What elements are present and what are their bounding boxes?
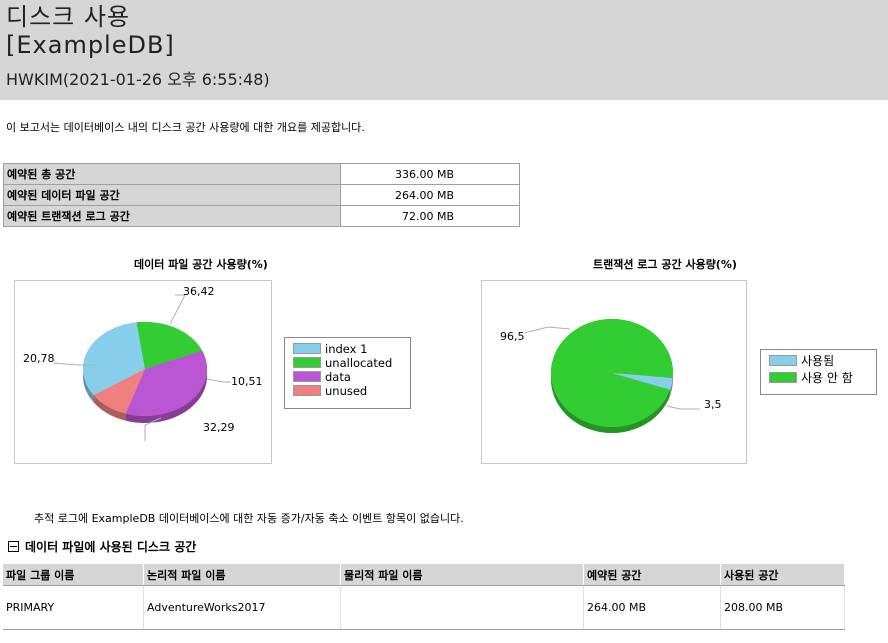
files-header-row: 파일 그룹 이름 논리적 파일 이름 물리적 파일 이름 예약된 공간 사용된 … — [3, 564, 845, 586]
summary-table: 예약된 총 공간 336.00 MB 예약된 데이터 파일 공간 264.00 … — [3, 163, 520, 227]
collapse-icon[interactable] — [8, 541, 19, 552]
pie-leader-line — [206, 378, 231, 383]
summary-value: 336.00 MB — [340, 163, 520, 185]
pie-leader-line — [523, 326, 571, 334]
pie1-label-unallocated: 20,78 — [23, 352, 55, 365]
summary-value: 264.00 MB — [340, 184, 520, 206]
data-pie-chart — [52, 294, 231, 441]
autogrow-note: 추적 로그에 ExampleDB 데이터베이스에 대한 자동 증가/자동 축소 … — [34, 512, 464, 525]
summary-row: 예약된 데이터 파일 공간 264.00 MB — [3, 184, 520, 206]
data-chart-box — [14, 280, 272, 464]
summary-row: 예약된 총 공간 336.00 MB — [3, 163, 520, 185]
legend-label: data — [325, 369, 351, 384]
pie1-label-unused: 10,51 — [231, 375, 263, 388]
pie-leader-line — [169, 294, 186, 325]
legend-label: unallocated — [325, 355, 393, 370]
legend-swatch — [293, 357, 321, 368]
report-description: 이 보고서는 데이터베이스 내의 디스크 공간 사용량에 대한 개요를 제공합니… — [6, 121, 365, 134]
cell-logical-name: AdventureWorks2017 — [143, 585, 341, 630]
data-chart-title: 데이터 파일 공간 사용량(%) — [134, 258, 268, 271]
summary-row: 예약된 트랜잭션 로그 공간 72.00 MB — [3, 205, 520, 227]
pie2-label-used: 3,5 — [704, 398, 722, 411]
legend-swatch — [293, 385, 321, 396]
legend-item: index 1 — [293, 341, 368, 356]
files-table: 파일 그룹 이름 논리적 파일 이름 물리적 파일 이름 예약된 공간 사용된 … — [3, 564, 845, 630]
legend-swatch — [769, 372, 797, 383]
col-physical-name: 물리적 파일 이름 — [340, 564, 584, 586]
legend-label: index 1 — [325, 341, 368, 356]
cell-filegroup: PRIMARY — [3, 585, 144, 630]
col-logical-name: 논리적 파일 이름 — [143, 564, 341, 586]
summary-label: 예약된 총 공간 — [3, 163, 341, 185]
data-chart-legend: index 1 unallocated data unused — [284, 337, 411, 409]
legend-label: unused — [325, 383, 368, 398]
pie1-label-data: 36,42 — [183, 285, 215, 298]
legend-item: unused — [293, 383, 368, 398]
summary-label: 예약된 트랜잭션 로그 공간 — [3, 205, 341, 227]
pie-leader-line — [666, 405, 700, 410]
legend-swatch — [769, 355, 797, 366]
legend-item: 사용됨 — [769, 354, 835, 368]
legend-item: data — [293, 369, 351, 384]
files-section-title: 데이터 파일에 사용된 디스크 공간 — [25, 540, 197, 554]
report-header: 디스크 사용 [ExampleDB] HWKIM(2021-01-26 오후 6… — [0, 0, 888, 100]
log-chart-title: 트랜잭션 로그 공간 사용량(%) — [593, 258, 737, 271]
pie1-label-index: 32,29 — [203, 421, 235, 434]
log-chart-box — [481, 280, 747, 464]
col-used: 사용된 공간 — [720, 564, 845, 586]
legend-item: unallocated — [293, 355, 393, 370]
legend-label: 사용 안 함 — [801, 371, 853, 385]
table-row: PRIMARY AdventureWorks2017 264.00 MB 208… — [3, 585, 845, 630]
database-name: [ExampleDB] — [6, 31, 175, 59]
pie2-label-unused: 96,5 — [500, 330, 525, 343]
report-subtitle: HWKIM(2021-01-26 오후 6:55:48) — [6, 70, 270, 89]
col-filegroup: 파일 그룹 이름 — [3, 564, 144, 586]
legend-swatch — [293, 371, 321, 382]
legend-label: 사용됨 — [801, 354, 835, 368]
col-reserved: 예약된 공간 — [583, 564, 721, 586]
summary-value: 72.00 MB — [340, 205, 520, 227]
cell-reserved: 264.00 MB — [583, 585, 721, 630]
log-pie-chart — [523, 319, 700, 434]
summary-label: 예약된 데이터 파일 공간 — [3, 184, 341, 206]
cell-used: 208.00 MB — [720, 585, 845, 630]
cell-physical-name — [340, 585, 584, 630]
files-section-header[interactable]: 데이터 파일에 사용된 디스크 공간 — [8, 538, 196, 555]
legend-swatch — [293, 343, 321, 354]
report-title: 디스크 사용 — [6, 3, 131, 31]
legend-item: 사용 안 함 — [769, 371, 853, 385]
log-chart-legend: 사용됨 사용 안 함 — [760, 349, 877, 395]
